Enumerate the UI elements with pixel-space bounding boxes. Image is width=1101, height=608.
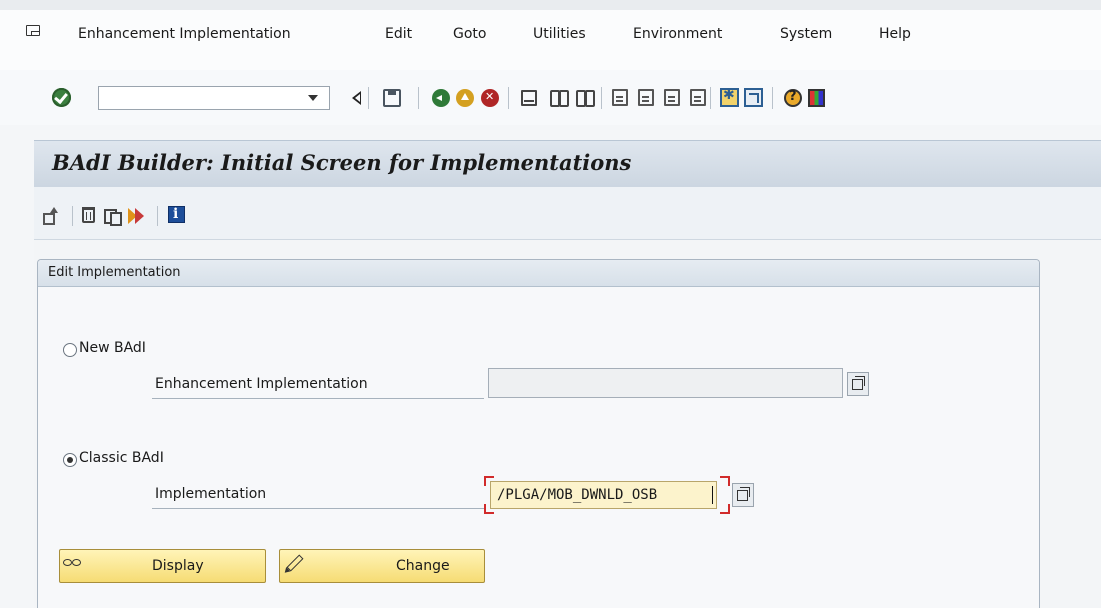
other-object-icon[interactable] [43, 207, 59, 225]
first-page-icon[interactable] [612, 89, 628, 106]
field-underline [152, 508, 484, 509]
menu-help[interactable]: Help [879, 26, 911, 42]
toolbar-separator [601, 87, 602, 109]
toolbar-separator [418, 87, 419, 109]
implementation-input[interactable]: /PLGA/MOB_DWNLD_OSB [490, 481, 717, 509]
value-help-icon[interactable] [732, 483, 754, 507]
toolbar-separator [72, 206, 73, 226]
previous-page-icon[interactable] [638, 89, 654, 106]
pencil-icon [283, 553, 303, 571]
focus-corner [720, 476, 730, 486]
find-icon[interactable] [549, 88, 569, 108]
menu-icon[interactable] [26, 25, 40, 36]
group-box-title: Edit Implementation [48, 265, 181, 280]
exit-icon[interactable] [432, 89, 450, 107]
command-field[interactable] [98, 86, 330, 110]
glasses-icon [63, 553, 83, 571]
change-button-label: Change [396, 558, 450, 574]
new-session-icon[interactable] [720, 87, 739, 107]
shortcut-icon[interactable] [744, 88, 763, 107]
value-help-icon[interactable] [847, 372, 869, 396]
help-icon[interactable] [784, 89, 802, 107]
menu-utilities[interactable]: Utilities [533, 26, 586, 42]
info-icon[interactable] [168, 206, 185, 223]
toolbar-separator [157, 206, 158, 226]
menu-system[interactable]: System [780, 26, 832, 42]
find-next-icon[interactable] [575, 88, 595, 108]
badi-icon[interactable] [128, 207, 144, 224]
cancel-icon[interactable] [481, 89, 499, 107]
text-cursor [712, 486, 713, 504]
next-page-icon[interactable] [664, 89, 680, 106]
menu-environment[interactable]: Environment [633, 26, 722, 42]
back-icon[interactable] [348, 88, 368, 108]
delete-icon[interactable] [82, 207, 95, 223]
toolbar-separator [508, 87, 509, 109]
enhancement-implementation-input[interactable] [488, 368, 843, 398]
classic-badi-label[interactable]: Classic BAdI [79, 450, 164, 466]
check-icon[interactable] [52, 88, 71, 107]
menu-enhancement-implementation[interactable]: Enhancement Implementation [78, 26, 291, 42]
classic-badi-radio[interactable] [63, 453, 77, 467]
change-button[interactable]: Change [279, 549, 485, 583]
page-title: BAdI Builder: Initial Screen for Impleme… [52, 150, 632, 175]
menu-edit[interactable]: Edit [385, 26, 412, 42]
new-badi-radio[interactable] [63, 343, 77, 357]
window-top-strip [0, 0, 1101, 10]
save-icon[interactable] [383, 89, 401, 107]
enhancement-implementation-label: Enhancement Implementation [155, 376, 368, 392]
new-badi-label[interactable]: New BAdI [79, 340, 146, 356]
focus-corner [720, 504, 730, 514]
toolbar-separator [710, 87, 711, 109]
layout-icon[interactable] [808, 89, 825, 107]
toolbar-separator [772, 87, 773, 109]
menu-goto[interactable]: Goto [453, 26, 486, 42]
last-page-icon[interactable] [690, 89, 706, 106]
application-toolbar [34, 187, 1101, 240]
display-button[interactable]: Display [59, 549, 266, 583]
print-icon[interactable] [521, 90, 537, 106]
copy-icon[interactable] [104, 207, 122, 226]
cancel-up-icon[interactable] [456, 89, 474, 107]
field-underline [152, 398, 484, 399]
chevron-down-icon[interactable] [308, 95, 318, 101]
toolbar-separator [368, 87, 369, 109]
display-button-label: Display [152, 558, 204, 574]
group-box-header [38, 260, 1039, 287]
implementation-label: Implementation [155, 486, 267, 502]
